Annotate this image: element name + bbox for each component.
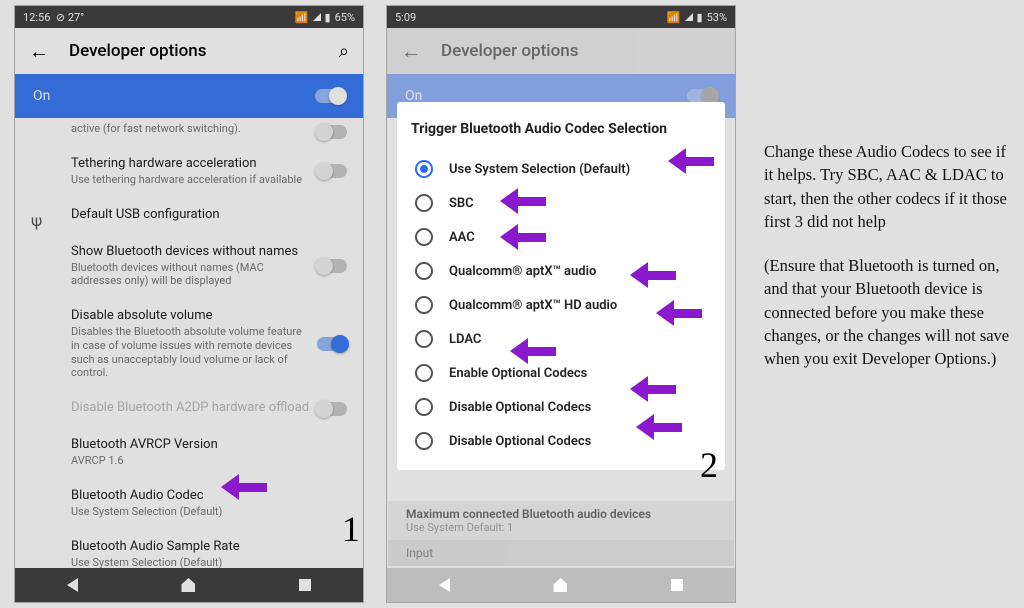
option-label: Qualcomm® aptX™ HD audio	[449, 298, 617, 313]
option-label: Qualcomm® aptX™ audio	[449, 264, 596, 279]
on-label: On	[33, 88, 50, 104]
item-title: Maximum connected Bluetooth audio device…	[406, 507, 716, 521]
back-icon: ←	[401, 39, 421, 64]
status-right: 📶▮65%	[295, 11, 355, 24]
master-toggle[interactable]	[315, 89, 345, 103]
nav-home-icon[interactable]	[181, 578, 195, 592]
annotation-arrow	[500, 224, 548, 250]
item-title: Bluetooth AVRCP Version	[71, 437, 347, 452]
status-temp: 27°	[68, 11, 84, 24]
status-battery: 65%	[335, 11, 355, 24]
radio-icon	[415, 398, 433, 416]
dimmed-row: Maximum connected Bluetooth audio device…	[388, 501, 734, 540]
annotation-arrow	[500, 188, 548, 214]
list-item[interactable]: active (for fast network switching).	[15, 118, 363, 146]
page-title: Developer options	[441, 41, 721, 61]
radio-icon	[415, 432, 433, 450]
switch[interactable]	[317, 164, 347, 178]
radio-icon	[415, 330, 433, 348]
annotation-arrow	[656, 300, 704, 326]
item-subtitle: Use tethering hardware acceleration if a…	[71, 173, 347, 187]
instructions-text: Change these Audio Codecs to see if it h…	[764, 140, 1016, 391]
option-label: AAC	[449, 230, 475, 245]
item-subtitle: active (for fast network switching).	[71, 122, 347, 136]
item-subtitle: Disables the Bluetooth absolute volume f…	[71, 325, 347, 380]
item-title: Disable Bluetooth A2DP hardware offload	[71, 400, 347, 415]
radio-icon	[415, 262, 433, 280]
item-subtitle: Bluetooth devices without names (MAC add…	[71, 261, 347, 289]
annotation-number-1: 1	[342, 508, 360, 550]
nav-recent-icon[interactable]	[299, 579, 311, 591]
radio-icon	[415, 296, 433, 314]
annotation-arrow	[221, 474, 269, 500]
status-battery: 53%	[707, 11, 727, 24]
option-label: Disable Optional Codecs	[449, 400, 591, 415]
usb-icon: ψ	[31, 211, 42, 230]
status-right: 📶▮53%	[667, 11, 727, 24]
switch	[317, 402, 347, 416]
item-title: Bluetooth Audio Sample Rate	[71, 539, 347, 554]
annotation-arrow	[668, 148, 716, 174]
item-title: Bluetooth Audio Codec	[71, 488, 347, 503]
radio-icon	[415, 194, 433, 212]
list-item-avrcp[interactable]: Bluetooth AVRCP Version AVRCP 1.6	[15, 427, 363, 478]
radio-option-aac[interactable]: AAC	[411, 220, 711, 254]
item-subtitle: AVRCP 1.6	[71, 454, 347, 468]
dialog-title: Trigger Bluetooth Audio Codec Selection	[411, 120, 711, 138]
app-bar: ← Developer options ⌕	[15, 28, 363, 74]
nav-bar	[15, 568, 363, 602]
nav-back-icon[interactable]	[67, 578, 78, 592]
item-title: Tethering hardware acceleration	[71, 156, 347, 171]
search-icon[interactable]: ⌕	[339, 41, 349, 62]
annotation-arrow	[636, 414, 684, 440]
item-subtitle: Use System Default: 1	[406, 521, 716, 534]
switch[interactable]	[317, 337, 347, 351]
list-item-abs-volume[interactable]: Disable absolute volume Disables the Blu…	[15, 298, 363, 390]
radio-icon	[415, 160, 433, 178]
switch[interactable]	[317, 259, 347, 273]
instructions-p2: (Ensure that Bluetooth is turned on, and…	[764, 254, 1016, 371]
radio-option-default[interactable]: Use System Selection (Default)	[411, 152, 711, 186]
master-toggle-bar[interactable]: On	[15, 74, 363, 118]
annotation-arrow	[630, 376, 678, 402]
annotation-number-2: 2	[700, 444, 718, 486]
item-subtitle: Use System Selection (Default)	[71, 505, 347, 519]
app-bar: ← Developer options	[387, 28, 735, 74]
annotation-arrow	[510, 338, 558, 364]
radio-icon	[415, 364, 433, 382]
option-label: Use System Selection (Default)	[449, 162, 630, 177]
option-label: Enable Optional Codecs	[449, 366, 587, 381]
list-item-a2dp: Disable Bluetooth A2DP hardware offload	[15, 390, 363, 427]
list-item-usb[interactable]: ψ Default USB configuration	[15, 197, 363, 234]
back-icon[interactable]: ←	[29, 39, 49, 64]
nav-back-icon[interactable]	[439, 578, 450, 592]
option-label: LDAC	[449, 332, 481, 347]
option-label: Disable Optional Codecs	[449, 434, 591, 449]
radio-icon	[415, 228, 433, 246]
settings-list: active (for fast network switching). Tet…	[15, 118, 363, 579]
status-bar: 5:09 📶▮53%	[387, 6, 735, 28]
page-title: Developer options	[69, 41, 319, 61]
item-title: Default USB configuration	[71, 207, 347, 222]
nav-recent-icon[interactable]	[671, 579, 683, 591]
status-time: 12:56	[23, 11, 50, 24]
nav-bar	[387, 568, 735, 602]
dimmed-row: Input	[388, 540, 734, 566]
status-time: 5:09	[395, 11, 416, 24]
option-label: SBC	[449, 196, 474, 211]
screenshot-1: 12:56 ⊘ 27° 📶▮65% ← Developer options ⌕ …	[14, 5, 364, 603]
radio-option-sbc[interactable]: SBC	[411, 186, 711, 220]
radio-option-ldac[interactable]: LDAC	[411, 322, 711, 356]
list-item-show-bt[interactable]: Show Bluetooth devices without names Blu…	[15, 234, 363, 299]
annotation-arrow	[630, 262, 678, 288]
nav-home-icon[interactable]	[553, 578, 567, 592]
list-item-tethering[interactable]: Tethering hardware acceleration Use teth…	[15, 146, 363, 197]
switch[interactable]	[317, 125, 347, 139]
list-item-audio-codec[interactable]: Bluetooth Audio Codec Use System Selecti…	[15, 478, 363, 529]
instructions-p1: Change these Audio Codecs to see if it h…	[764, 140, 1016, 234]
item-title: Show Bluetooth devices without names	[71, 244, 347, 259]
status-bar: 12:56 ⊘ 27° 📶▮65%	[15, 6, 363, 28]
item-title: Disable absolute volume	[71, 308, 347, 323]
item-title: Input	[406, 546, 716, 560]
